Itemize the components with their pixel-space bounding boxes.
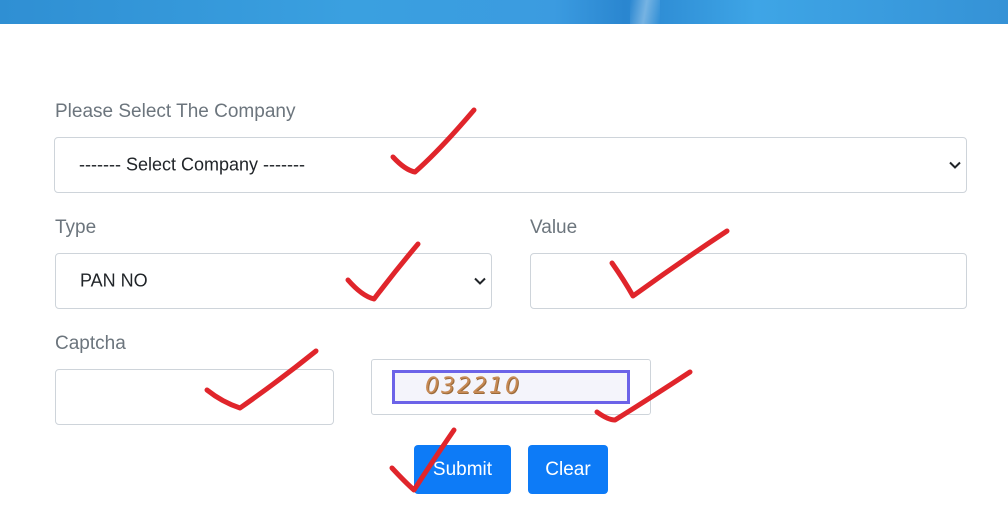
type-label: Type xyxy=(55,217,97,238)
company-select[interactable]: ------- Select Company ------- xyxy=(54,137,967,193)
captcha-image: 032210 xyxy=(392,370,630,404)
captcha-label: Captcha xyxy=(55,333,126,354)
top-banner xyxy=(0,0,1008,24)
type-select-value: PAN NO xyxy=(80,270,148,291)
company-select-value: ------- Select Company ------- xyxy=(79,154,305,175)
captcha-code: 032210 xyxy=(425,374,521,399)
captcha-input[interactable] xyxy=(55,369,334,425)
chevron-down-icon xyxy=(949,161,961,169)
type-select[interactable]: PAN NO xyxy=(55,253,492,309)
chevron-down-icon xyxy=(474,277,486,285)
clear-button[interactable]: Clear xyxy=(528,445,608,494)
value-label: Value xyxy=(530,217,578,238)
captcha-image-frame: 032210 xyxy=(371,359,651,415)
company-label: Please Select The Company xyxy=(55,101,296,122)
value-input[interactable] xyxy=(530,253,967,309)
submit-button[interactable]: Submit xyxy=(414,445,511,494)
